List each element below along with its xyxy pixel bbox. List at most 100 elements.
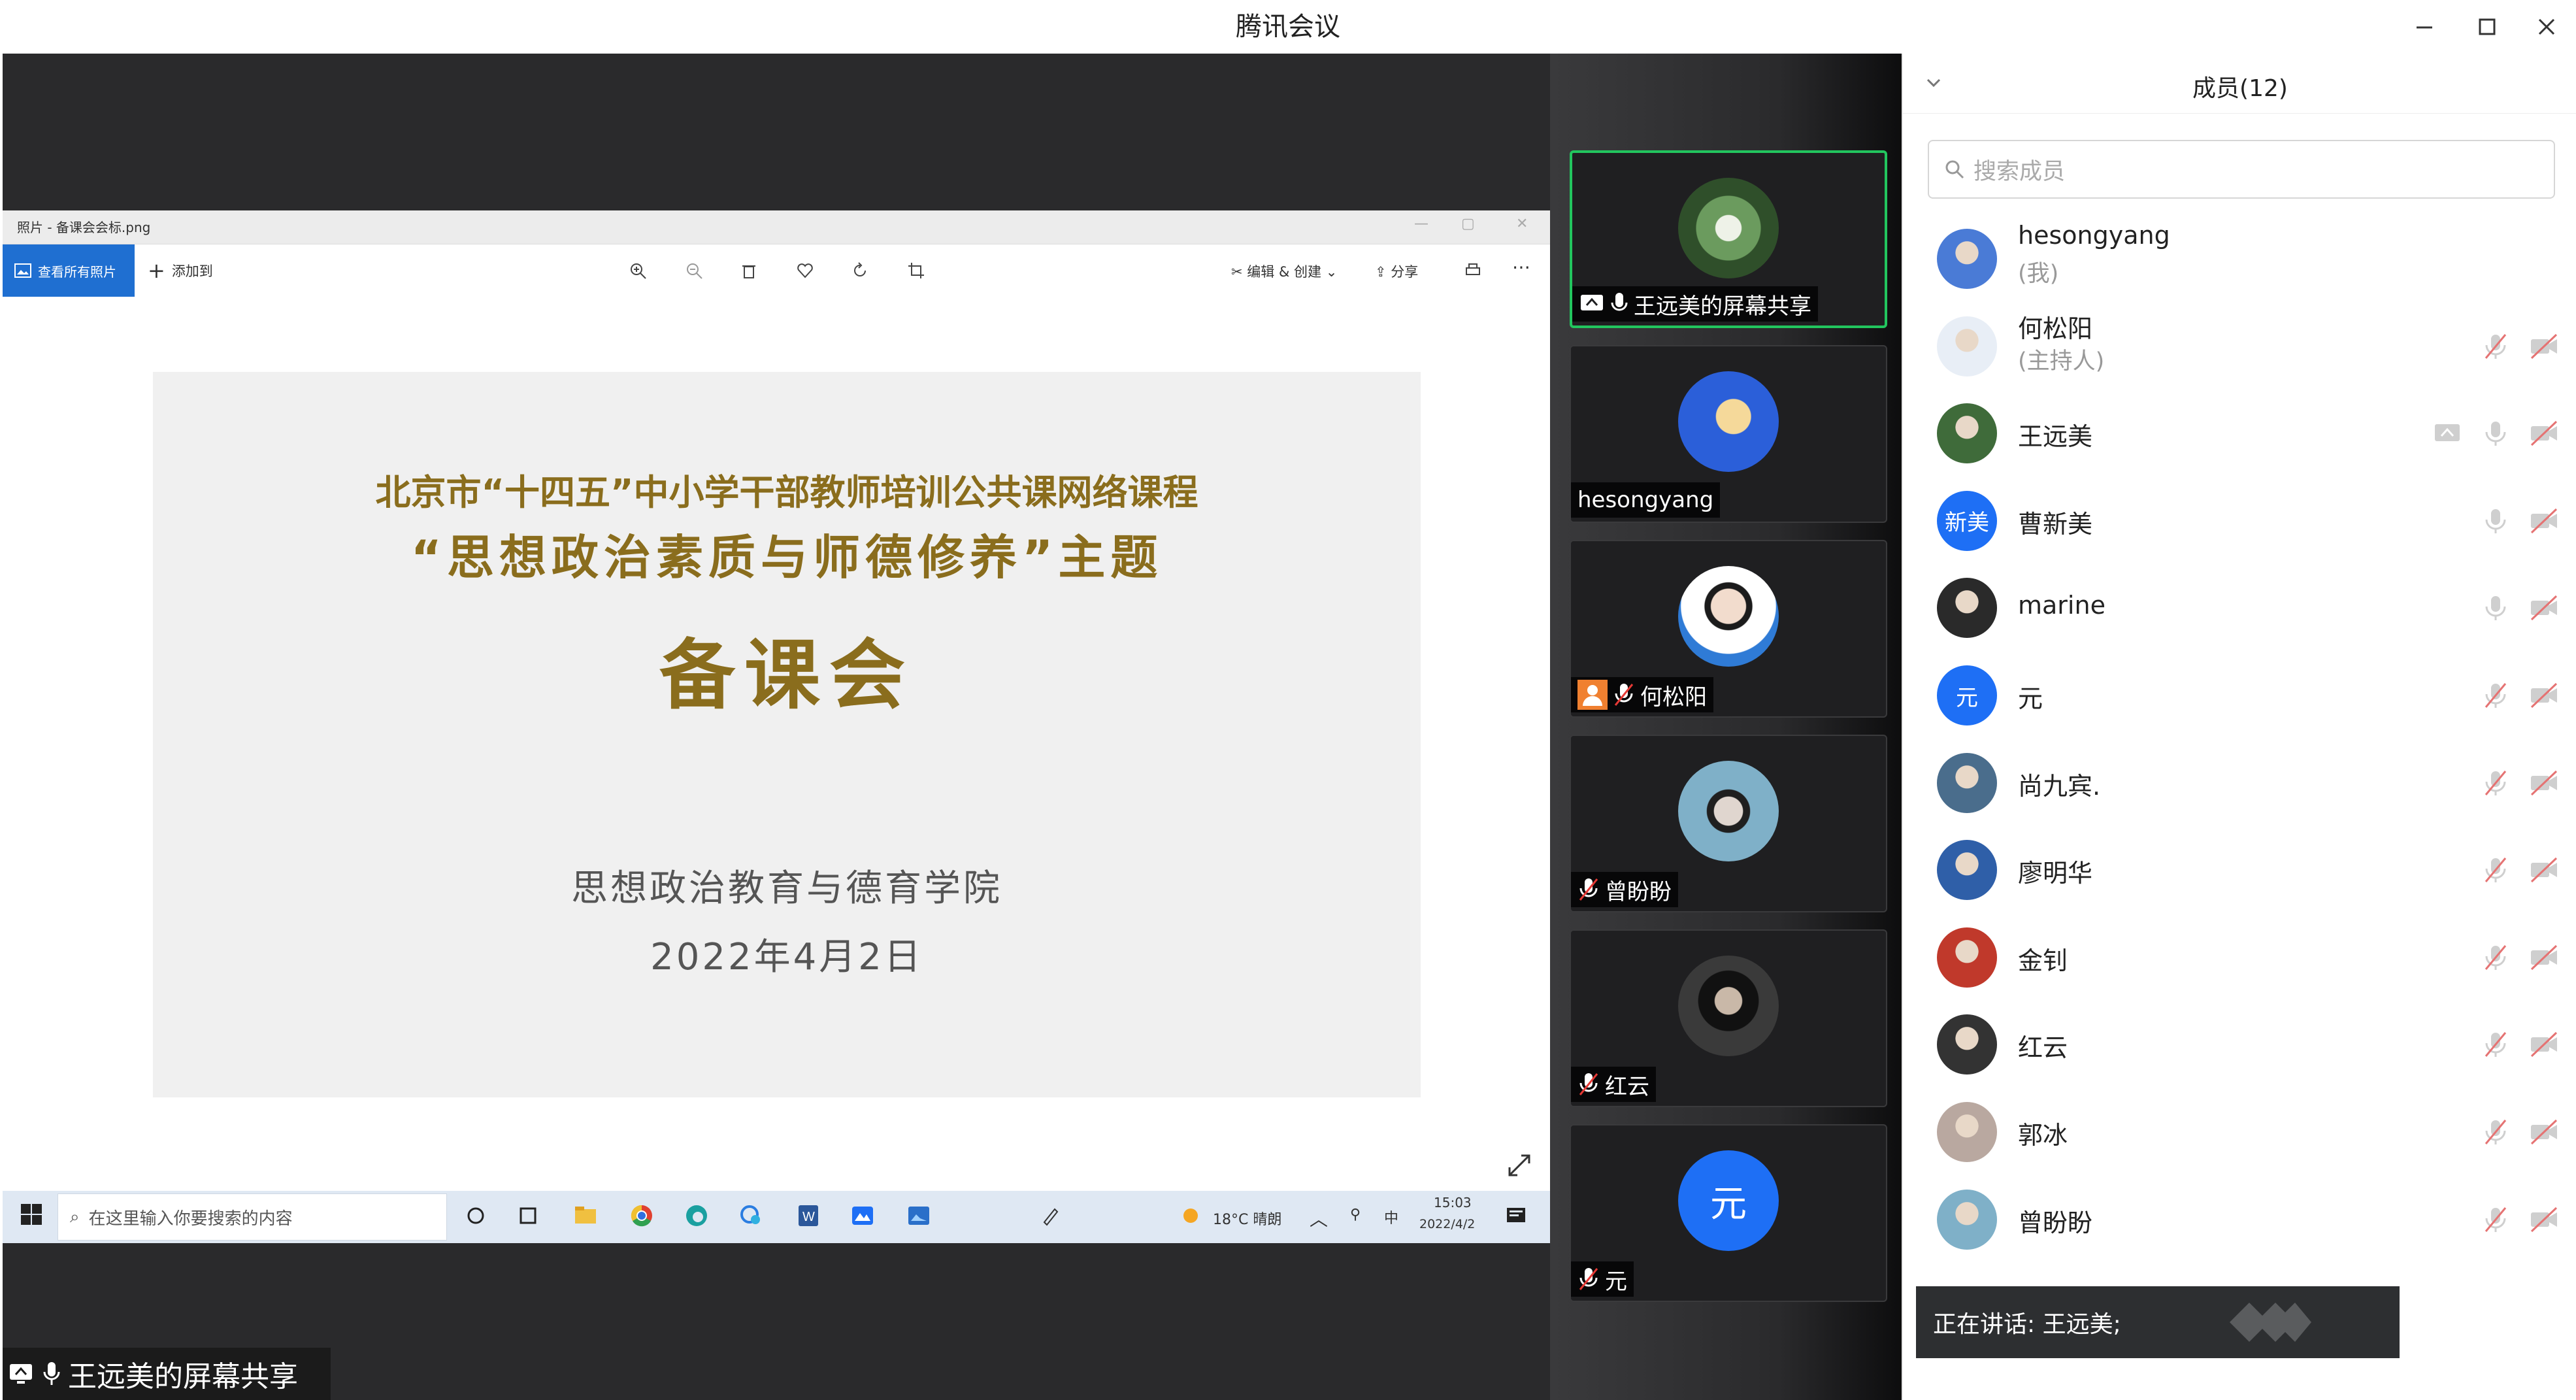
member-row[interactable]: 新美 曹新美 — [1903, 476, 2576, 564]
member-name: 何松阳 — [2018, 314, 2093, 343]
muted-microphone-icon — [1614, 684, 1634, 706]
member-avatar — [1937, 752, 1997, 813]
close-icon — [2538, 18, 2555, 35]
crop-icon[interactable] — [904, 259, 928, 282]
print-icon[interactable] — [1461, 259, 1485, 282]
video-tile-name: 元 — [1571, 1261, 1634, 1297]
video-tile[interactable]: 元 元 — [1570, 1124, 1887, 1302]
member-name: 金钊 — [2018, 946, 2068, 975]
microphone-icon — [1611, 293, 1628, 311]
slide-line-3: 备课会 — [659, 631, 914, 720]
member-avatar — [1937, 229, 1997, 289]
avatar: 元 — [1678, 1150, 1779, 1251]
taskbar-ime[interactable]: 中 — [1384, 1207, 1398, 1227]
minimize-button[interactable] — [2407, 9, 2442, 44]
camera-off-icon — [2529, 505, 2559, 535]
members-header: 成员(12) — [1903, 54, 2576, 114]
rotate-icon[interactable] — [848, 259, 872, 282]
member-row[interactable]: 元元 — [1903, 651, 2576, 739]
cortana-icon[interactable] — [463, 1203, 491, 1231]
member-search-input[interactable]: 搜索成员 — [1928, 140, 2555, 199]
zoom-in-icon[interactable] — [626, 259, 650, 282]
microphone-icon — [2481, 505, 2511, 535]
camera-off-icon — [2529, 1029, 2559, 1059]
photos-minimize-icon[interactable]: — — [1414, 216, 1428, 232]
member-row[interactable]: hesongyang (我) — [1903, 214, 2576, 302]
add-to-button[interactable]: + 添加到 — [148, 244, 213, 297]
member-row[interactable]: 金钊 — [1903, 913, 2576, 1001]
camera-off-icon — [2529, 680, 2559, 710]
member-name: 元 — [2018, 684, 2043, 713]
muted-microphone-icon — [1579, 878, 1598, 901]
taskbar-date: 2022/4/2 — [1419, 1217, 1476, 1231]
member-avatar — [1937, 1014, 1997, 1075]
member-row[interactable]: marine — [1903, 563, 2576, 651]
member-avatar — [1937, 403, 1997, 464]
taskbar-search-box[interactable]: ⌕ 在这里输入你要搜索的内容 — [58, 1193, 447, 1241]
photos-app-icon[interactable] — [906, 1203, 934, 1231]
view-all-photos-button[interactable]: 查看所有照片 — [3, 244, 135, 297]
favorite-icon[interactable] — [793, 259, 817, 282]
camera-off-icon — [2529, 418, 2559, 448]
photos-close-icon[interactable]: ✕ — [1516, 216, 1528, 232]
member-row[interactable]: 尚九宾. — [1903, 739, 2576, 826]
member-name: 曹新美 — [2018, 509, 2093, 539]
close-button[interactable] — [2529, 9, 2564, 44]
edit-icon: ✂ — [1231, 264, 1247, 280]
member-row[interactable]: 何松阳 (主持人) — [1903, 302, 2576, 390]
zoom-out-icon[interactable] — [682, 259, 706, 282]
slide-image: 北京市“十四五”中小学干部教师培训公共课网络课程 “思想政治素质与师德修养”主题… — [153, 372, 1421, 1097]
file-explorer-icon[interactable] — [572, 1203, 601, 1231]
search-icon: ⌕ — [70, 1207, 80, 1227]
edge-icon[interactable] — [684, 1203, 712, 1231]
member-row[interactable]: 廖明华 — [1903, 825, 2576, 913]
video-tile[interactable]: 红云 — [1570, 929, 1887, 1107]
member-row[interactable]: 曾盼盼 — [1903, 1175, 2576, 1263]
meeting-app-icon[interactable] — [850, 1203, 878, 1231]
member-name: 尚九宾. — [2018, 771, 2101, 801]
photos-title-bar: 照片 - 备课会会标.png — ▢ ✕ — [3, 210, 1550, 244]
expand-icon[interactable] — [1506, 1152, 1533, 1179]
video-tile-label: hesongyang — [1577, 487, 1714, 513]
minimize-icon — [2417, 26, 2432, 29]
delete-icon[interactable] — [737, 259, 761, 282]
video-tile-name: 何松阳 — [1571, 677, 1713, 712]
video-tile[interactable]: 何松阳 — [1570, 540, 1887, 718]
word-icon[interactable]: W — [795, 1203, 823, 1231]
member-search-placeholder: 搜索成员 — [1973, 158, 2066, 185]
maximize-button[interactable] — [2469, 9, 2505, 44]
video-tile[interactable]: hesongyang — [1570, 345, 1887, 523]
video-tile[interactable]: 王远美的屏幕共享 — [1570, 150, 1887, 328]
tray-chevron-icon[interactable]: ︿ — [1310, 1205, 1328, 1231]
camera-off-icon — [2529, 767, 2559, 797]
start-icon[interactable] — [20, 1203, 48, 1231]
video-tile-label: 王远美的屏幕共享 — [1634, 293, 1811, 320]
shared-screen-area: 照片 - 备课会会标.png — ▢ ✕ 查看所有照片 + 添加到 ✂ 编辑 &… — [3, 54, 1550, 1400]
edit-create-button[interactable]: ✂ 编辑 & 创建 ⌄ — [1231, 261, 1337, 281]
more-icon[interactable]: ⋯ — [1512, 256, 1530, 278]
muted-microphone-icon — [2481, 854, 2511, 884]
member-row[interactable]: 郭冰 — [1903, 1088, 2576, 1175]
photos-maximize-icon[interactable]: ▢ — [1461, 216, 1475, 232]
video-tile[interactable]: 曾盼盼 — [1570, 735, 1887, 912]
members-panel: 成员(12) 搜索成员 hesongyang (我) 何松阳 (主持人) 王远美 新美 曹新… — [1902, 54, 2576, 1400]
speaking-wave-icon — [2230, 1303, 2311, 1342]
camera-off-icon — [2529, 942, 2559, 972]
member-row[interactable]: 王远美 — [1903, 389, 2576, 476]
chrome-icon[interactable] — [629, 1203, 657, 1231]
pen-workspace-icon[interactable] — [1038, 1203, 1066, 1231]
chat-app-icon[interactable] — [738, 1203, 767, 1231]
slide-line-4: 思想政治教育与德育学院 — [571, 867, 1002, 910]
screen-share-icon — [2432, 418, 2462, 448]
task-view-icon[interactable] — [516, 1203, 545, 1231]
member-row[interactable]: 红云 — [1903, 1000, 2576, 1088]
window-title: 腾讯会议 — [1236, 12, 1340, 42]
member-name: hesongyang — [2018, 221, 2170, 250]
microphone-icon — [2481, 418, 2511, 448]
share-button[interactable]: ⇪ 分享 — [1375, 261, 1418, 281]
video-tile-name: 曾盼盼 — [1571, 872, 1678, 907]
video-tile-strip: 王远美的屏幕共享 hesongyang 何松阳 曾盼盼 红云 元 元 — [1550, 54, 1902, 1400]
network-icon[interactable]: ⚲ — [1350, 1207, 1361, 1223]
notification-icon[interactable] — [1503, 1203, 1532, 1231]
muted-microphone-icon — [2481, 1116, 2511, 1146]
